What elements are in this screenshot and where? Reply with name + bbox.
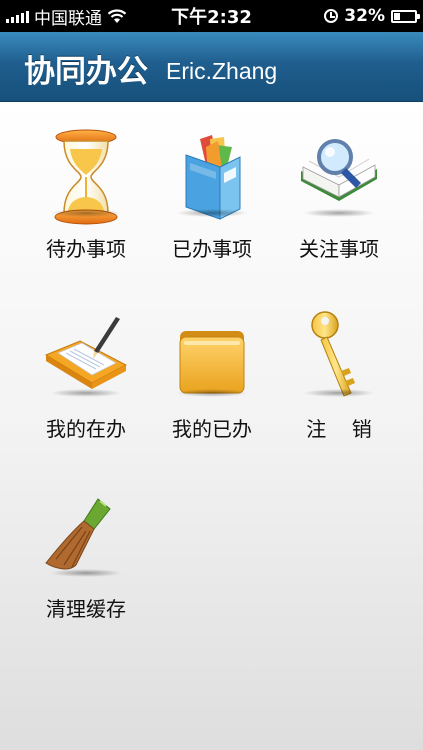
tile-label: 关注事项 bbox=[299, 237, 379, 261]
status-bar: 中国联通 下午2:32 32% bbox=[0, 0, 423, 32]
key-icon bbox=[289, 307, 389, 397]
battery-icon bbox=[391, 9, 420, 23]
app-header: 协同办公 Eric.Zhang bbox=[0, 32, 423, 102]
orientation-lock-icon bbox=[324, 9, 339, 23]
folder-documents-icon bbox=[162, 127, 262, 220]
tile-my-in-progress[interactable]: 我的在办 bbox=[21, 282, 151, 442]
tile-clear-cache[interactable]: 清理缓存 bbox=[21, 462, 151, 622]
magnifier-book-icon bbox=[289, 127, 389, 217]
tile-logout[interactable]: 注 销 bbox=[274, 282, 404, 442]
tile-label: 待办事项 bbox=[46, 237, 126, 261]
closed-folder-icon bbox=[162, 307, 262, 397]
tile-label: 我的在办 bbox=[46, 417, 126, 441]
main-grid: 待办事项 已办事项 关注事项 我的在办 我的已办 注 销 清理缓存 bbox=[0, 102, 423, 750]
notebook-pen-icon bbox=[36, 307, 136, 397]
tile-watched-items[interactable]: 关注事项 bbox=[274, 102, 404, 262]
app-title: 协同办公 bbox=[24, 54, 148, 90]
tile-my-completed[interactable]: 我的已办 bbox=[147, 282, 277, 442]
user-name: Eric.Zhang bbox=[166, 58, 278, 84]
hourglass-icon bbox=[36, 127, 136, 225]
tile-pending-items[interactable]: 待办事项 bbox=[21, 102, 151, 262]
broom-icon bbox=[36, 487, 136, 577]
status-right: 32% bbox=[324, 0, 420, 32]
tile-label: 已办事项 bbox=[172, 237, 252, 261]
tile-label: 我的已办 bbox=[172, 417, 252, 441]
tile-done-items[interactable]: 已办事项 bbox=[147, 102, 277, 262]
tile-label: 清理缓存 bbox=[46, 597, 126, 621]
tile-label: 注 销 bbox=[306, 417, 372, 441]
battery-fill bbox=[394, 12, 400, 20]
battery-percent: 32% bbox=[344, 6, 385, 26]
